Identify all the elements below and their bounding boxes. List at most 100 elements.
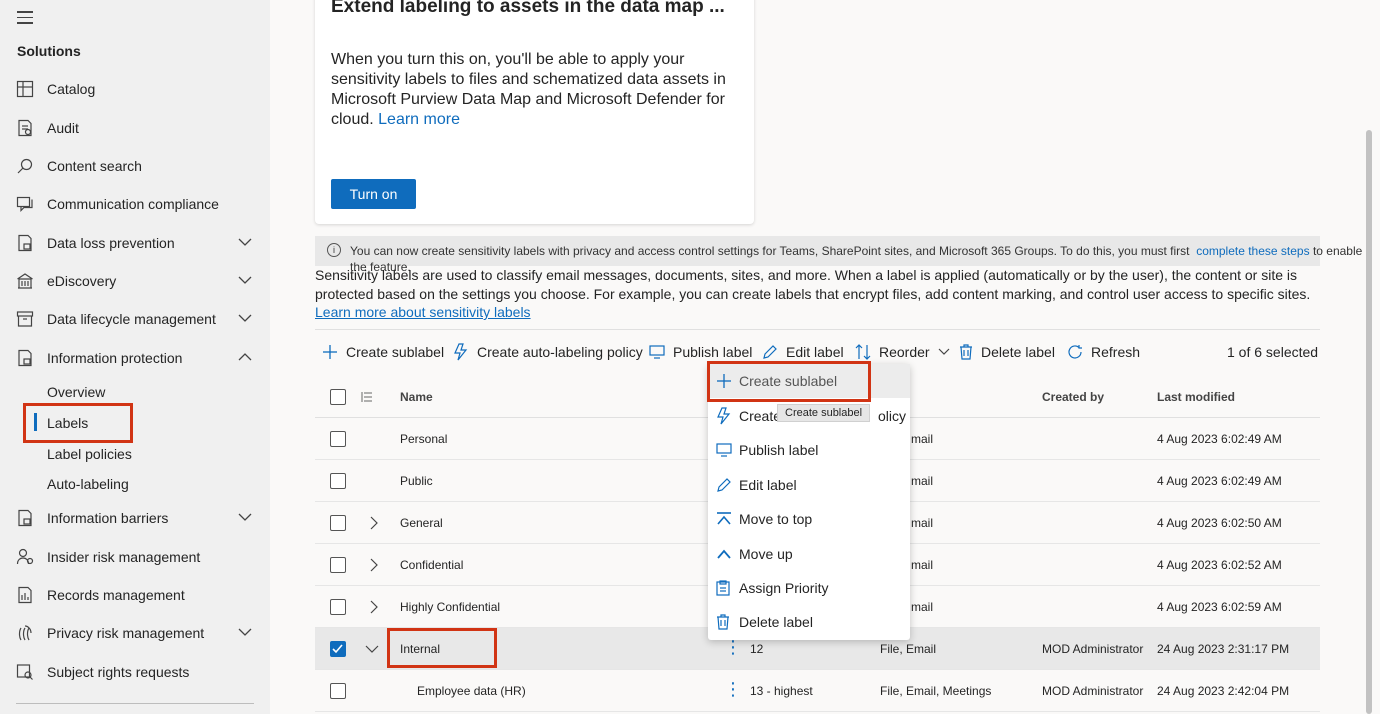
sidebar-subitem-auto-labeling[interactable]: Auto-labeling <box>47 476 129 492</box>
menu-item-label: Delete label <box>739 614 813 630</box>
sidebar-item-records-management[interactable]: Records management <box>0 577 270 613</box>
chevron-right-icon[interactable] <box>369 599 379 615</box>
sidebar-item-insider-risk[interactable]: Insider risk management <box>0 539 270 575</box>
create-auto-labeling-button[interactable]: Create auto-labeling policy <box>453 341 643 363</box>
row-scope: mail <box>911 432 934 446</box>
row-modified: 4 Aug 2023 6:02:50 AM <box>1157 516 1282 530</box>
column-header-created-by[interactable]: Created by <box>1042 390 1104 404</box>
sidebar-item-ediscovery[interactable]: eDiscovery <box>0 263 270 299</box>
row-checkbox[interactable] <box>330 431 346 447</box>
chat-icon <box>16 196 33 212</box>
privacy-icon <box>18 625 32 641</box>
sidebar-item-dlp[interactable]: Data loss prevention <box>0 225 270 261</box>
sidebar-subitem-label-policies[interactable]: Label policies <box>47 446 132 462</box>
sidebar-item-label: Catalog <box>47 81 96 97</box>
card-body: When you turn this on, you'll be able to… <box>331 50 731 130</box>
sidebar-item-content-search[interactable]: Content search <box>0 148 270 184</box>
trash-icon <box>717 614 729 630</box>
row-modified: 4 Aug 2023 6:02:59 AM <box>1157 600 1282 614</box>
sidebar-item-information-barriers[interactable]: Information barriers <box>0 500 270 536</box>
menu-publish-label[interactable]: Publish label <box>708 433 910 467</box>
create-sublabel-button[interactable]: Create sublabel <box>322 341 444 363</box>
chevron-down-icon[interactable] <box>238 237 252 247</box>
column-header-last-modified[interactable]: Last modified <box>1157 390 1235 404</box>
edit-label-text: Edit label <box>786 344 844 360</box>
menu-item-label: Move to top <box>739 511 813 527</box>
learn-more-sensitivity-link[interactable]: Learn more about sensitivity labels <box>315 304 531 320</box>
chevron-up-icon <box>717 549 731 559</box>
insider-risk-icon <box>16 548 34 565</box>
ediscovery-icon <box>17 273 33 289</box>
menu-move-up[interactable]: Move up <box>708 537 910 571</box>
row-checkbox[interactable] <box>330 557 346 573</box>
row-checkbox[interactable] <box>330 683 346 699</box>
row-checkbox[interactable] <box>330 515 346 531</box>
chevron-right-icon[interactable] <box>369 515 379 531</box>
complete-steps-link[interactable]: complete these steps <box>1196 244 1309 258</box>
scrollbar[interactable] <box>1366 130 1372 714</box>
row-scope: mail <box>911 516 934 530</box>
turn-on-button[interactable]: Turn on <box>331 179 416 209</box>
sidebar-item-catalog[interactable]: Catalog <box>0 71 270 107</box>
menu-move-to-top[interactable]: Move to top <box>708 502 910 536</box>
select-all-checkbox[interactable] <box>330 389 346 405</box>
row-scope: File, Email, Meetings <box>880 684 992 698</box>
hamburger-menu-icon[interactable] <box>17 11 33 25</box>
sidebar: Solutions Catalog Audit Content search C… <box>0 0 270 714</box>
highlight-box-labels <box>23 403 133 443</box>
sidebar-item-privacy-risk[interactable]: Privacy risk management <box>0 615 270 651</box>
clipboard-icon <box>716 580 730 596</box>
sidebar-subitem-overview[interactable]: Overview <box>47 384 105 400</box>
row-scope: mail <box>911 600 934 614</box>
chevron-right-icon[interactable] <box>369 557 379 573</box>
sidebar-item-label: Data loss prevention <box>47 235 175 251</box>
search-icon <box>17 158 33 174</box>
info-banner-text: You can now create sensitivity labels wi… <box>350 244 1190 258</box>
sidebar-item-subject-rights[interactable]: Subject rights requests <box>0 654 270 690</box>
menu-delete-label[interactable]: Delete label <box>708 605 910 639</box>
sidebar-item-label: Content search <box>47 158 142 174</box>
table-row[interactable]: Employee data (HR) ⋮ 13 - highest File, … <box>315 670 1320 712</box>
more-options-icon[interactable]: ⋮ <box>724 638 742 656</box>
chevron-down-icon[interactable] <box>238 512 252 522</box>
publish-icon <box>716 443 732 457</box>
create-auto-label: Create auto-labeling policy <box>477 344 643 360</box>
row-modified: 24 Aug 2023 2:31:17 PM <box>1157 642 1290 656</box>
sidebar-item-audit[interactable]: Audit <box>0 110 270 146</box>
row-modified: 24 Aug 2023 2:42:04 PM <box>1157 684 1290 698</box>
column-header-name[interactable]: Name <box>400 390 433 404</box>
sidebar-item-label: Records management <box>47 587 185 603</box>
sidebar-item-label: Data lifecycle management <box>47 311 216 327</box>
chevron-down-icon[interactable] <box>238 275 252 285</box>
list-icon[interactable] <box>361 391 373 403</box>
sidebar-title: Solutions <box>17 43 81 59</box>
delete-label-button[interactable]: Delete label <box>959 341 1055 363</box>
chevron-down-icon[interactable] <box>238 627 252 637</box>
refresh-button[interactable]: Refresh <box>1067 341 1140 363</box>
menu-edit-label[interactable]: Edit label <box>708 468 910 502</box>
sidebar-item-information-protection[interactable]: Information protection <box>0 340 270 376</box>
reorder-button[interactable]: Reorder <box>855 341 950 363</box>
more-options-icon[interactable]: ⋮ <box>724 680 742 698</box>
main-content: Extend labeling to assets in the data ma… <box>270 0 1380 714</box>
refresh-text: Refresh <box>1091 344 1141 360</box>
row-checkbox[interactable] <box>330 599 346 615</box>
chevron-down-icon[interactable] <box>238 313 252 323</box>
card-title: Extend labeling to assets in the data ma… <box>331 0 725 17</box>
checkmark-icon <box>332 644 343 654</box>
publish-label-button[interactable]: Publish label <box>649 341 752 363</box>
sidebar-divider <box>16 703 254 704</box>
sidebar-item-label: Privacy risk management <box>47 625 205 641</box>
learn-more-link[interactable]: Learn more <box>378 111 460 128</box>
row-checkbox-checked[interactable] <box>330 641 346 657</box>
sidebar-item-communication-compliance[interactable]: Communication compliance <box>0 186 270 222</box>
refresh-icon <box>1068 345 1082 359</box>
row-priority: 12 <box>750 642 764 656</box>
sidebar-item-data-lifecycle[interactable]: Data lifecycle management <box>0 301 270 337</box>
chevron-down-icon[interactable] <box>365 644 379 654</box>
reorder-text: Reorder <box>879 344 930 360</box>
chevron-up-icon[interactable] <box>238 352 252 362</box>
row-checkbox[interactable] <box>330 473 346 489</box>
menu-assign-priority[interactable]: Assign Priority <box>708 571 910 605</box>
edit-label-button[interactable]: Edit label <box>762 341 844 363</box>
